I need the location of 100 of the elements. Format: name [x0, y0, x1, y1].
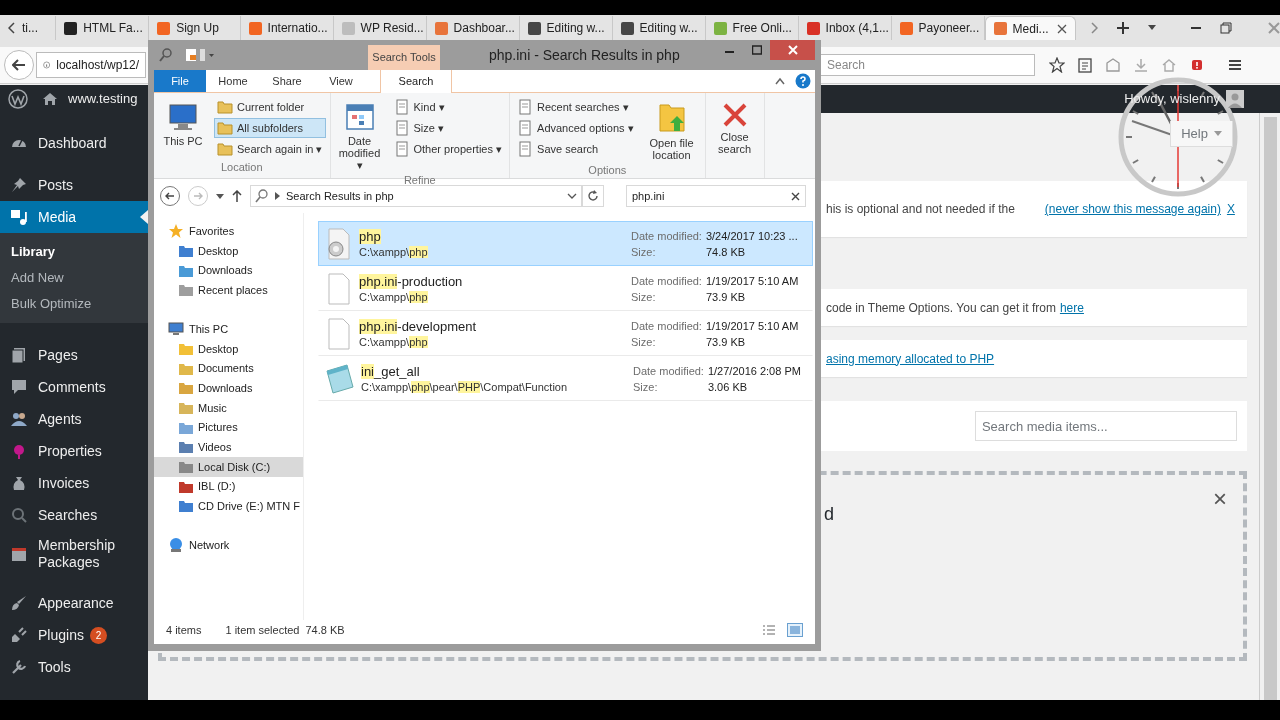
ribbon-button[interactable]: Search again in ▾: [214, 139, 326, 159]
window-title: php.ini - Search Results in php: [489, 45, 680, 65]
ribbon-tab[interactable]: Search: [380, 70, 452, 93]
ribbon-tab[interactable]: Share: [260, 70, 314, 92]
ribbon-button[interactable]: Kind ▾: [390, 97, 506, 117]
nav-item[interactable]: Favorites: [154, 221, 303, 241]
nav-item[interactable]: Recent places: [154, 280, 303, 301]
nav-item-icon: [178, 439, 194, 456]
field-label: Size:: [631, 289, 657, 305]
result-row[interactable]: php.ini-development C:\xampp\php Date modified: 1/19/2017 5:10 AM Size: 73.9 KB: [318, 311, 813, 356]
ribbon-button[interactable]: Close search: [709, 97, 760, 161]
nav-item-icon: [168, 223, 184, 239]
search-field[interactable]: Search: [820, 54, 1035, 76]
status-text: 74.8 KB: [305, 622, 345, 638]
help-tab[interactable]: Help: [1170, 121, 1233, 147]
ribbon-button[interactable]: Open file location: [642, 97, 701, 162]
sidebar-item[interactable]: Properties: [0, 435, 148, 467]
ribbon-button[interactable]: Current folder: [214, 97, 326, 117]
result-row[interactable]: php.ini-production C:\xampp\php Date modified: 1/19/2017 5:10 AM Size: 73.9 KB: [318, 266, 813, 311]
ribbon-button[interactable]: Date modified ▾: [334, 97, 385, 172]
notice-link[interactable]: (never show this message again): [1044, 200, 1221, 218]
ribbon-button[interactable]: Size ▾: [390, 118, 506, 138]
sidebar-item[interactable]: Dashboard: [0, 127, 148, 159]
help-icon: [795, 73, 811, 89]
sidebar-item[interactable]: Media: [0, 201, 148, 233]
sidebar-item[interactable]: Posts: [0, 169, 148, 201]
address-field[interactable]: Search Results in php: [250, 185, 582, 207]
nav-item[interactable]: Documents: [154, 358, 303, 379]
ribbon-button[interactable]: All subfolders: [214, 118, 326, 138]
browser-tab[interactable]: HTML Fa...: [56, 16, 150, 40]
result-row[interactable]: php C:\xampp\php Date modified: 3/24/2017 10:23 ... Size: 74.8 KB: [318, 221, 813, 266]
sidebar-item[interactable]: Invoices: [0, 467, 148, 499]
nav-item[interactable]: This PC: [154, 319, 303, 340]
nav-item[interactable]: Downloads: [154, 260, 303, 281]
browser-tab[interactable]: Medi...: [984, 16, 1076, 40]
ribbon-item-icon: [393, 99, 410, 115]
details-view-icon: [762, 624, 776, 636]
nav-item-icon: [168, 537, 184, 554]
ribbon-tab[interactable]: File: [154, 70, 206, 92]
refresh-button[interactable]: [582, 185, 604, 207]
ribbon-tab[interactable]: Home: [206, 70, 260, 92]
tiles-view-button[interactable]: [787, 623, 803, 637]
nav-item[interactable]: Music: [154, 398, 303, 418]
nav-item-icon: [168, 321, 184, 338]
browser-tab[interactable]: ti...: [0, 16, 57, 40]
nav-item[interactable]: CD Drive (E:) MTN F: [154, 496, 303, 517]
ribbon-item-icon: [517, 99, 534, 115]
ribbon-button[interactable]: Advanced options ▾: [514, 118, 637, 138]
close-button[interactable]: [770, 40, 815, 60]
nav-item[interactable]: Pictures: [154, 417, 303, 438]
date-value: 3/24/2017 10:23 ...: [705, 228, 798, 244]
browser-tab[interactable]: Payoneer...: [891, 16, 985, 40]
sidebar-item[interactable]: Agents: [0, 403, 148, 435]
ribbon-button[interactable]: Other properties ▾: [390, 139, 506, 159]
submenu-item[interactable]: Bulk Optimize: [0, 291, 148, 317]
tiles-view-icon: [789, 625, 801, 635]
submenu-item[interactable]: Library: [0, 239, 148, 265]
sidebar-item[interactable]: Plugins 2: [0, 619, 148, 651]
ribbon-tab[interactable]: View: [314, 70, 368, 92]
quick-access-toolbar: [158, 47, 214, 63]
site-name[interactable]: www.testing: [68, 89, 138, 109]
nav-item[interactable]: Network: [154, 535, 303, 556]
close-icon: [787, 45, 798, 55]
notice-link[interactable]: here: [1059, 298, 1084, 317]
close-button[interactable]: ×: [1212, 487, 1227, 511]
search-field[interactable]: php.ini: [626, 185, 806, 207]
nav-item[interactable]: IBL (D:): [154, 476, 303, 497]
nav-item[interactable]: Videos: [154, 437, 303, 458]
nav-item[interactable]: Desktop: [154, 241, 303, 261]
search-field[interactable]: Search media items...: [974, 411, 1237, 441]
sidebar-item[interactable]: Membership Packages: [0, 531, 148, 577]
dropdown-icon: [1213, 130, 1222, 137]
back-button[interactable]: [160, 186, 180, 206]
ribbon-button[interactable]: Recent searches ▾: [514, 97, 637, 117]
nav-item-icon: [178, 282, 194, 299]
notice-link[interactable]: asing memory allocated to PHP: [826, 349, 995, 368]
address-field[interactable]: localhost/wp12/: [36, 52, 146, 78]
field-label: Date modified:: [633, 363, 704, 379]
file-path: C:\xampp\php: [359, 244, 428, 260]
sidebar-item[interactable]: Searches: [0, 499, 148, 531]
sidebar-item[interactable]: Appearance: [0, 587, 148, 619]
nav-item[interactable]: Desktop: [154, 339, 303, 359]
status-text: 1 item selected: [225, 622, 300, 638]
result-row[interactable]: ini_get_all C:\xampp\php\pear\PHP\Compat\Function Date modified: 1/27/2016 2:08 PM Size: 3.06 KB: [318, 356, 813, 401]
menu-item-icon: [10, 208, 28, 226]
dropdown-icon: [1148, 25, 1156, 31]
submenu-item[interactable]: Add New: [0, 265, 148, 291]
sidebar-item[interactable]: Comments: [0, 371, 148, 403]
dismiss-link[interactable]: X: [1226, 200, 1235, 218]
ribbon-button[interactable]: This PC: [158, 97, 208, 159]
pointer-icon: [140, 210, 148, 224]
nav-item[interactable]: Local Disk (C:): [154, 457, 303, 477]
ribbon-button[interactable]: Save search: [514, 139, 637, 159]
new-tab-icon: [1116, 21, 1130, 35]
file-name: php.ini-development: [359, 317, 477, 335]
back-button[interactable]: [4, 50, 34, 80]
sidebar-item[interactable]: Tools: [0, 651, 148, 683]
field-label: Date modified:: [631, 228, 702, 244]
sidebar-item[interactable]: Pages: [0, 339, 148, 371]
nav-item[interactable]: Downloads: [154, 378, 303, 399]
